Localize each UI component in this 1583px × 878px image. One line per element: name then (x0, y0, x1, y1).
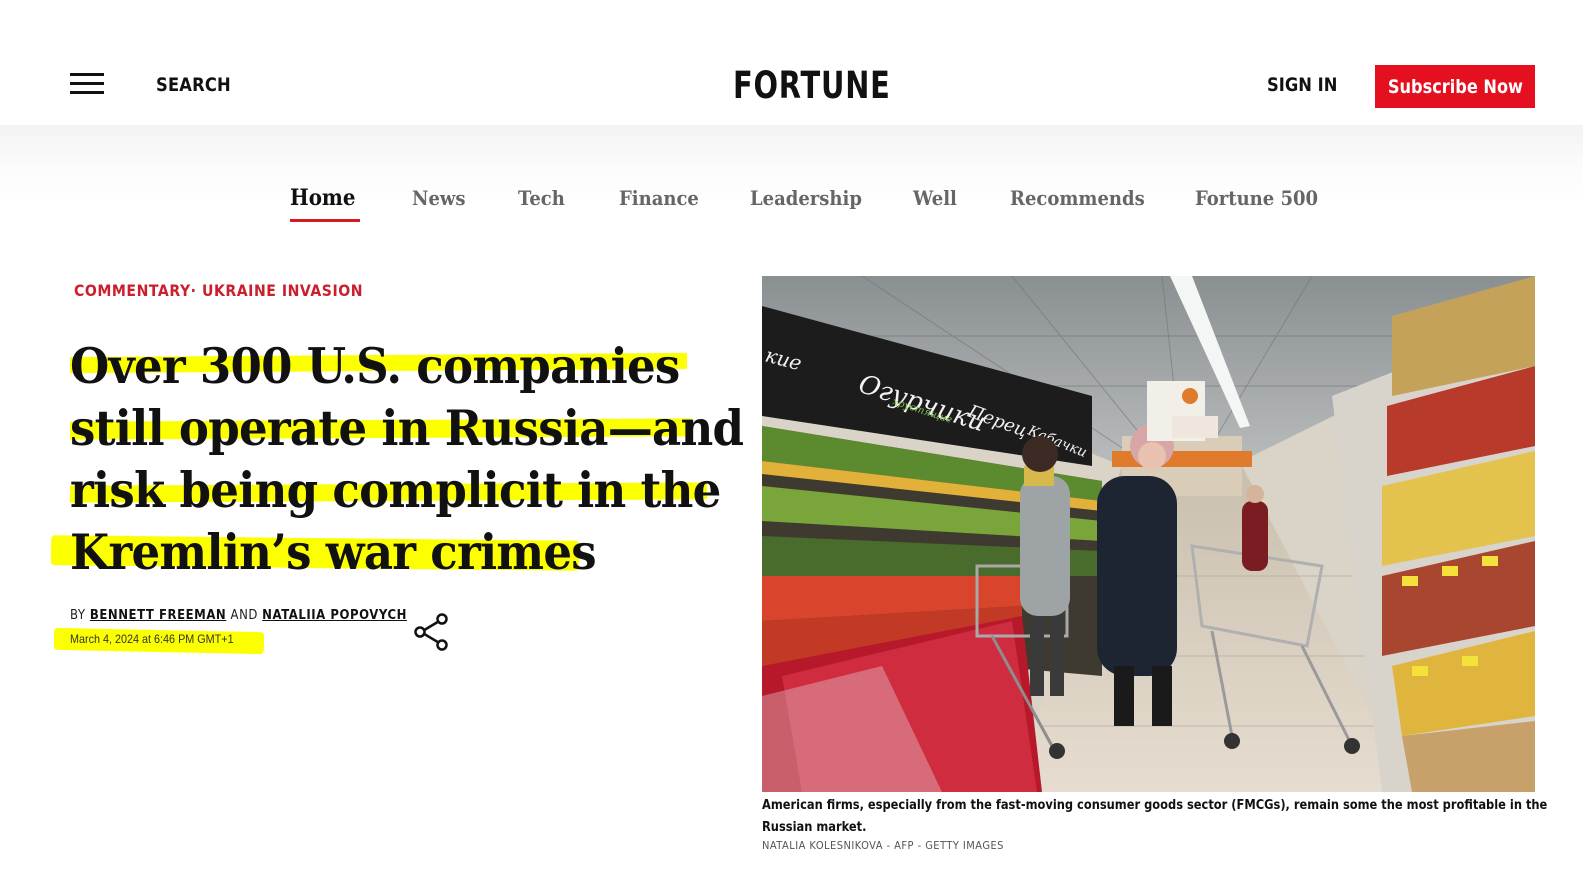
nav-active-underline (290, 219, 360, 222)
nav-item-tech[interactable]: Tech (518, 186, 565, 210)
menu-icon[interactable] (70, 73, 104, 95)
nav-item-finance[interactable]: Finance (619, 186, 699, 210)
headline-line: Kremlin’s war crimes (70, 523, 597, 581)
menu-icon-bar (70, 82, 104, 85)
nav-item-well[interactable]: Well (913, 186, 957, 210)
article-kicker[interactable]: COMMENTARY· UKRAINE INVASION (74, 281, 363, 300)
supermarket-photo: Огурчики хрустящие Перец Кабачки кие (762, 276, 1535, 792)
subscribe-button[interactable]: Subscribe Now (1375, 65, 1535, 108)
nav-item-news[interactable]: News (412, 186, 466, 210)
publish-date: March 4, 2024 at 6:46 PM GMT+1 (70, 632, 234, 646)
hero-image: Огурчики хрустящие Перец Кабачки кие (762, 276, 1535, 792)
author-link[interactable]: NATALIIA POPOVYCH (262, 608, 407, 623)
menu-icon-bar (70, 91, 104, 94)
sign-in-link[interactable]: SIGN IN (1267, 74, 1337, 96)
byline: BY BENNETT FREEMAN AND NATALIIA POPOVYCH (70, 608, 407, 623)
nav-item-fortune-500[interactable]: Fortune 500 (1195, 186, 1318, 210)
site-header: SEARCH FORTUNE SIGN IN Subscribe Now (0, 0, 1583, 125)
article-headline: Over 300 U.S. companies still operate in… (70, 335, 744, 583)
caption-line: Russian market. (762, 820, 867, 835)
byline-and: AND (230, 608, 258, 623)
hero-caption: American firms, especially from the fast… (762, 795, 1547, 839)
headline-line: still operate in Russia—and (70, 399, 744, 457)
byline-by: BY (70, 608, 86, 623)
search-button[interactable]: SEARCH (156, 74, 231, 96)
nav-item-leadership[interactable]: Leadership (750, 186, 862, 210)
photo-credit: NATALIA KOLESNIKOVA - AFP - GETTY IMAGES (762, 839, 1004, 852)
share-icon[interactable] (413, 612, 451, 652)
fortune-logo[interactable]: FORTUNE (733, 64, 891, 107)
caption-line: American firms, especially from the fast… (762, 798, 1548, 813)
headline-line: Over 300 U.S. companies (70, 337, 680, 395)
headline-line: risk being complicit in the (70, 461, 721, 519)
subscribe-button-label: Subscribe Now (1387, 75, 1523, 98)
author-link[interactable]: BENNETT FREEMAN (90, 608, 226, 623)
nav-item-recommends[interactable]: Recommends (1010, 186, 1145, 210)
menu-icon-bar (70, 73, 104, 76)
nav-item-home[interactable]: Home (290, 185, 355, 211)
